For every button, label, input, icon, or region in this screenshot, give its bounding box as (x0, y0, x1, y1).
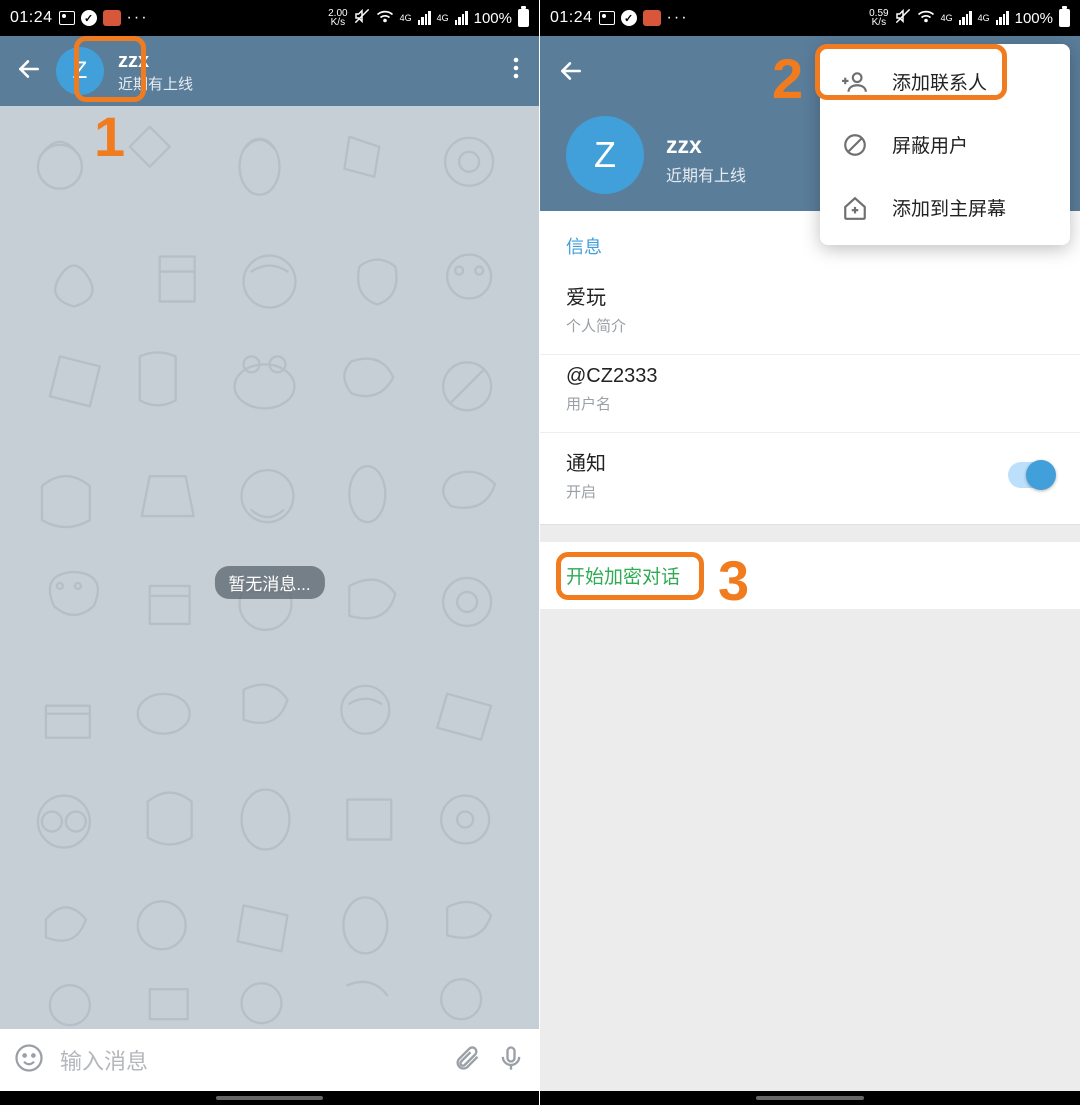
back-button[interactable] (16, 56, 42, 87)
mute-icon (895, 8, 911, 29)
battery-icon (1059, 9, 1070, 27)
check-icon: ✓ (621, 10, 637, 26)
bio-value: 爱玩 (566, 281, 1054, 310)
signal-icon-1 (418, 11, 431, 25)
network-speed: 2.00K/s (328, 9, 347, 27)
chat-subtitle: 近期有上线 (118, 73, 489, 94)
username-row[interactable]: @CZ2333 用户名 (540, 355, 1080, 433)
more-status-icon: ··· (667, 9, 689, 27)
net-type-2: 4G (978, 14, 990, 23)
mic-icon[interactable] (497, 1044, 525, 1077)
mute-icon (354, 8, 370, 29)
bio-row[interactable]: 爱玩 个人简介 (540, 271, 1080, 355)
chat-header-text[interactable]: zzx 近期有上线 (118, 49, 489, 94)
status-app-icon (103, 10, 121, 26)
emoji-icon[interactable] (14, 1043, 44, 1078)
net-type-2: 4G (437, 14, 449, 23)
overflow-menu: 添加联系人 屏蔽用户 添加到主屏幕 (820, 44, 1070, 245)
battery-percent: 100% (474, 10, 512, 27)
battery-percent: 100% (1015, 10, 1053, 27)
add-contact-icon (842, 69, 868, 95)
check-icon: ✓ (81, 10, 97, 26)
profile-title-block: zzx 近期有上线 (666, 132, 746, 186)
signal-icon-2 (455, 11, 468, 25)
profile-name: zzx (666, 132, 746, 159)
avatar[interactable]: Z (56, 47, 104, 95)
status-time: 01:24 (10, 9, 53, 27)
no-messages-label: 暂无消息... (214, 566, 324, 599)
notifications-row[interactable]: 通知 开启 (540, 433, 1080, 524)
net-type-1: 4G (400, 14, 412, 23)
gallery-icon (59, 11, 75, 25)
start-secret-chat-label: 开始加密对话 (566, 567, 680, 588)
status-bar: 01:24 ✓ ··· 2.00K/s 4G 4G 100% (0, 0, 539, 36)
more-status-icon: ··· (127, 9, 149, 27)
avatar[interactable]: Z (566, 116, 644, 194)
back-button[interactable] (558, 58, 584, 89)
more-button[interactable] (503, 51, 529, 91)
section-gap (540, 524, 1080, 542)
menu-block-user-label: 屏蔽用户 (892, 131, 968, 158)
signal-icon-2 (996, 11, 1009, 25)
signal-icon-1 (959, 11, 972, 25)
nav-bar (0, 1091, 539, 1105)
menu-add-contact-label: 添加联系人 (892, 68, 987, 95)
nav-bar (540, 1091, 1080, 1105)
message-input-bar: 输入消息 (0, 1029, 539, 1091)
empty-area (540, 609, 1080, 1091)
menu-add-home-label: 添加到主屏幕 (892, 194, 1006, 221)
network-speed: 0.59K/s (869, 9, 888, 27)
notif-state: 开启 (566, 481, 606, 502)
chat-header: Z zzx 近期有上线 (0, 36, 539, 106)
home-plus-icon (842, 195, 868, 221)
chat-body[interactable]: 暂无消息... (0, 106, 539, 1029)
wifi-icon (917, 9, 935, 28)
profile-screen: 01:24 ✓ ··· 0.59K/s 4G 4G 100% (540, 0, 1080, 1105)
profile-status: 近期有上线 (666, 162, 746, 186)
gallery-icon (599, 11, 615, 25)
message-input[interactable]: 输入消息 (60, 1044, 437, 1076)
wifi-icon (376, 9, 394, 28)
chat-title: zzx (118, 49, 489, 73)
bio-label: 个人简介 (566, 315, 1054, 336)
chat-screen: 01:24 ✓ ··· 2.00K/s 4G 4G 100% (0, 0, 540, 1105)
status-time: 01:24 (550, 9, 593, 27)
profile-header: Z zzx 近期有上线 添加联系人 屏蔽用户 添加到主屏幕 (540, 36, 1080, 211)
status-app-icon (643, 10, 661, 26)
notifications-toggle[interactable] (1008, 462, 1054, 488)
block-icon (842, 132, 868, 158)
status-bar: 01:24 ✓ ··· 0.59K/s 4G 4G 100% (540, 0, 1080, 36)
username-value: @CZ2333 (566, 365, 1054, 388)
menu-add-contact[interactable]: 添加联系人 (820, 50, 1070, 113)
menu-add-home[interactable]: 添加到主屏幕 (820, 176, 1070, 239)
attach-icon[interactable] (453, 1044, 481, 1077)
info-panel: 信息 爱玩 个人简介 @CZ2333 用户名 通知 开启 (540, 211, 1080, 524)
net-type-1: 4G (941, 14, 953, 23)
notif-title: 通知 (566, 447, 606, 476)
start-secret-chat[interactable]: 开始加密对话 (540, 542, 1080, 609)
battery-icon (518, 9, 529, 27)
menu-block-user[interactable]: 屏蔽用户 (820, 113, 1070, 176)
username-label: 用户名 (566, 393, 1054, 414)
